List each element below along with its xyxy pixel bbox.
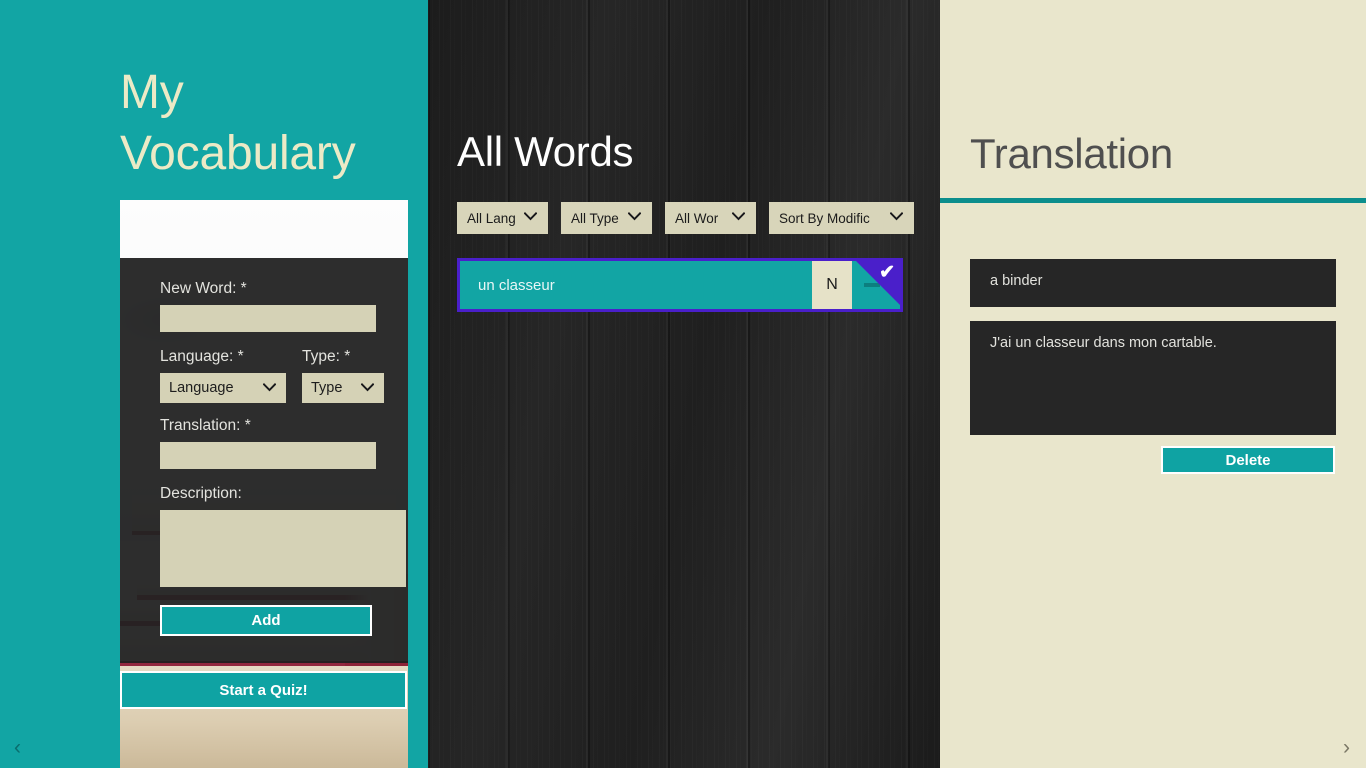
language-select[interactable]: Language — [160, 373, 286, 403]
translation-panel: Translation a binder J'ai un classeur da… — [940, 0, 1366, 768]
description-textarea[interactable] — [160, 510, 406, 587]
word-list-item-selected[interactable]: un classeur N ✔ — [457, 258, 903, 312]
type-select-value: Type — [311, 380, 343, 396]
filter-language-value: All Lang — [467, 210, 516, 226]
page-title: My Vocabulary — [120, 62, 356, 185]
page-title-line-2: Vocabulary — [120, 127, 356, 181]
translation-input[interactable] — [160, 442, 376, 469]
start-quiz-button[interactable]: Start a Quiz! — [120, 671, 407, 709]
type-select[interactable]: Type — [302, 373, 384, 403]
chevron-down-icon — [518, 212, 548, 224]
chevron-down-icon — [726, 212, 756, 224]
all-words-panel: All Words All Lang All Type All Wor Sort… — [428, 0, 940, 768]
all-words-title: All Words — [457, 128, 634, 175]
translation-title: Translation — [970, 130, 1173, 177]
back-chevron-icon[interactable]: ‹ — [14, 737, 21, 758]
filter-sort-value: Sort By Modific — [779, 210, 870, 226]
type-group: Type: * Type — [302, 348, 384, 403]
translation-sentence-box[interactable]: J'ai un classeur dans mon cartable. — [970, 321, 1336, 435]
filter-type[interactable]: All Type — [561, 202, 652, 234]
app-root: My Vocabulary New Word: * Language: * La… — [0, 0, 1366, 768]
new-word-label: New Word: * — [160, 280, 247, 297]
add-word-form: New Word: * Language: * Language Type: *… — [120, 258, 408, 663]
type-label: Type: * — [302, 348, 351, 365]
translation-label: Translation: * — [160, 417, 251, 434]
sidebar-panel: My Vocabulary New Word: * Language: * La… — [0, 0, 428, 768]
description-label: Description: — [160, 485, 242, 502]
word-text: un classeur — [478, 276, 555, 294]
word-list: un classeur N ✔ — [457, 258, 903, 312]
language-group: Language: * Language — [160, 348, 286, 403]
forward-chevron-icon[interactable]: › — [1343, 737, 1350, 758]
filter-word-value: All Wor — [675, 210, 719, 226]
chevron-down-icon — [357, 382, 384, 394]
language-select-value: Language — [169, 380, 234, 396]
add-button[interactable]: Add — [160, 605, 372, 636]
title-divider — [940, 198, 1366, 203]
page-title-line-1: My — [120, 66, 184, 119]
word-badge: N — [812, 261, 852, 309]
language-label: Language: * — [160, 348, 244, 365]
filter-bar: All Lang All Type All Wor Sort By Modifi… — [457, 202, 914, 234]
minus-icon — [852, 261, 900, 309]
translation-word-box[interactable]: a binder — [970, 259, 1336, 307]
filter-type-value: All Type — [571, 210, 619, 226]
new-word-input[interactable] — [160, 305, 376, 332]
language-type-row: Language: * Language Type: * Type — [160, 348, 384, 403]
chevron-down-icon — [259, 382, 286, 394]
filter-language[interactable]: All Lang — [457, 202, 548, 234]
filter-sort[interactable]: Sort By Modific — [769, 202, 914, 234]
chevron-down-icon — [622, 212, 652, 224]
chevron-down-icon — [884, 212, 914, 224]
filter-word[interactable]: All Wor — [665, 202, 756, 234]
delete-button[interactable]: Delete — [1161, 446, 1335, 474]
